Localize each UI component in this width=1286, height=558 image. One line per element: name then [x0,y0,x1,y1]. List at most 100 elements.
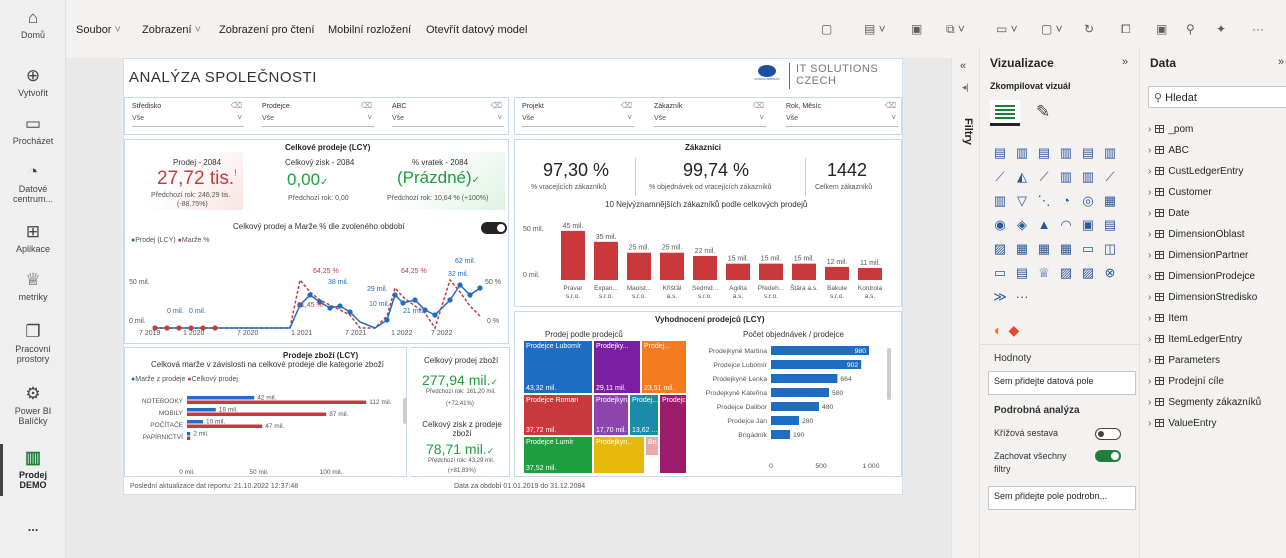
data-table-item[interactable]: › Date [1148,208,1189,219]
gauge-icon[interactable]: ◠ [1058,218,1074,232]
collapse-left-icon[interactable]: « [960,60,966,72]
treemap-cell[interactable]: Prodejce Roman 37,72 mil. [523,394,593,436]
data-table-item[interactable]: › ItemLedgerEntry [1148,334,1242,345]
copilot-icon[interactable]: ✦ [1216,22,1226,36]
waterfall-icon[interactable]: ⟋ [1102,170,1118,184]
data-table-item[interactable]: › CustLedgerEntry [1148,166,1243,177]
data-table-item[interactable]: › Item [1148,313,1188,324]
data-table-item[interactable]: › Customer [1148,187,1212,198]
slicer-stredisko[interactable]: Středisko ⌫ Vše ˅ [132,101,244,129]
qa-icon[interactable]: ♕ [1036,266,1052,280]
period-toggle[interactable] [481,222,507,234]
build-visual-tab[interactable] [990,100,1020,126]
100-bar-icon[interactable]: ▤ [1080,146,1096,160]
scrollbar[interactable] [887,348,891,400]
funnel-chart-icon[interactable]: ▽ [1014,194,1030,208]
clustered-bar-icon[interactable]: ▤ [1036,146,1052,160]
slicer-value[interactable]: Vše ˅ [654,113,766,127]
chevron-right-icon[interactable]: › [1148,292,1151,303]
menu-mobile-layout[interactable]: Mobilní rozložení [328,24,411,36]
slicer-value[interactable]: Vše ˅ [522,113,634,127]
area-chart-icon[interactable]: ◭ [1014,170,1030,184]
data-table-item[interactable]: › ABC [1148,145,1189,156]
treemap-cell[interactable]: Prodejkyn... 17,70 mil. [593,394,629,436]
table-icon[interactable]: ▦ [1036,242,1052,256]
data-table-item[interactable]: › Prodejní cíle [1148,376,1224,387]
expand-right-icon[interactable]: » [1278,56,1284,68]
scatter-icon[interactable]: ⋱ [1036,194,1052,208]
treemap-cell[interactable]: Prodejkyn... [593,436,645,474]
menu-file[interactable]: Soubor ˅ [76,24,121,36]
chevron-right-icon[interactable]: › [1148,271,1151,282]
menu-view[interactable]: Zobrazení ˅ [142,24,201,36]
nav-home[interactable]: ⌂ Domů [0,8,66,40]
python-visual-icon[interactable]: ◫ [1102,242,1118,256]
multi-row-card-icon[interactable]: ▤ [1102,218,1118,232]
slicer-value[interactable]: Vše ˅ [786,113,898,127]
nav-report[interactable]: ▥ Prodej DEMO [0,448,66,490]
power-apps-icon[interactable]: ⊗ [1102,266,1118,280]
pie-chart-icon[interactable]: ◔ [1058,194,1074,208]
stacked-area-icon[interactable]: ⟋ [1036,170,1052,184]
chevron-right-icon[interactable]: › [1148,334,1151,345]
data-table-item[interactable]: › _pom [1148,124,1193,135]
chevron-right-icon[interactable]: › [1148,376,1151,387]
duplicate-icon[interactable]: ⧠ [1121,22,1131,37]
data-table-item[interactable]: › ValueEntry [1148,418,1217,429]
data-table-item[interactable]: › Parameters [1148,355,1220,366]
data-search-input[interactable]: ⚲ Hledat [1148,86,1286,108]
filters-pane-collapsed[interactable]: « ◂| Filtry [951,58,979,558]
cross-report-toggle[interactable] [1095,428,1121,440]
menu-open-model[interactable]: Otevřít datový model [426,24,528,36]
keep-filters-toggle[interactable] [1095,450,1121,462]
line-chart-icon[interactable]: ⟋ [992,170,1008,184]
nav-create[interactable]: ⊕ Vytvořit [0,66,66,98]
button-icon[interactable]: ▢ ˅ [1041,22,1063,36]
nav-data-hub[interactable]: ◔ Datové centrum... [0,162,66,204]
treemap-cell[interactable]: Prodejky... 29,11 mil. [593,340,641,394]
kpi-icon[interactable]: ▨ [992,242,1008,256]
chevron-right-icon[interactable]: › [1148,187,1151,198]
slicer-icon[interactable]: ▦ [1014,242,1030,256]
funnel-icon[interactable]: ▥ [992,194,1008,208]
line-column-icon[interactable]: ▥ [1058,170,1074,184]
slicer-projekt[interactable]: Projekt ⌫ Vše ˅ [522,101,634,129]
visual-icon[interactable]: ▭ ˅ [996,22,1018,36]
slicer-value[interactable]: Vše ˅ [392,113,504,127]
refresh-icon[interactable]: ↻ [1084,22,1094,36]
donut-chart-icon[interactable]: ◎ [1080,194,1096,208]
slicer-prodejce[interactable]: Prodejce ⌫ Vše ˅ [262,101,374,129]
drill-drop-field[interactable]: Sem přidejte pole podrobn... [988,486,1136,510]
view-icon[interactable]: ▤ ˅ [864,22,886,36]
data-table-item[interactable]: › DimensionStredisko [1148,292,1257,303]
textbox-icon[interactable]: ▣ [911,22,922,36]
more-visuals-icon[interactable]: ··· [1014,290,1030,304]
treemap-cell[interactable]: Prodej... 23,51 mil. [641,340,687,394]
nav-workspaces[interactable]: ❐ Pracovní prostory [0,322,66,364]
chevron-right-icon[interactable]: › [1148,145,1151,156]
more-options[interactable]: ... [0,520,66,533]
chevron-right-icon[interactable]: › [1148,313,1151,324]
chevron-right-icon[interactable]: › [1148,124,1151,135]
clustered-column-icon[interactable]: ▥ [1058,146,1074,160]
stacked-bar-icon[interactable]: ▤ [992,146,1008,160]
smart-narrative-icon[interactable]: ▨ [1058,266,1074,280]
stacked-column-icon[interactable]: ▥ [1014,146,1030,160]
shapes-icon[interactable]: ⧉ ˅ [946,22,965,37]
slicer-value[interactable]: Vše ˅ [262,113,374,127]
slicer-abc[interactable]: ABC ⌫ Vše ˅ [392,101,504,129]
key-influencers-icon[interactable]: ▭ [992,266,1008,280]
treemap-cell[interactable]: Prodejce Lubomír 43,32 mil. [523,340,593,394]
custom-visual-icon[interactable]: ◆ [1008,322,1019,338]
data-table-item[interactable]: › DimensionOblast [1148,229,1245,240]
pin-icon[interactable]: ⚲ [1186,22,1195,36]
100-column-icon[interactable]: ▥ [1102,146,1118,160]
slicer-zakaznik[interactable]: Zákazník ⌫ Vše ˅ [654,101,766,129]
chevron-right-icon[interactable]: › [1148,355,1151,366]
treemap-cell[interactable]: Bri... [645,436,659,456]
matrix-icon[interactable]: ▦ [1058,242,1074,256]
slicer-rok-mesic[interactable]: Rok, Měsíc ⌫ Vše ˅ [786,101,898,129]
chevron-right-icon[interactable]: › [1148,166,1151,177]
nav-packages[interactable]: ⚙ Power BI Balíčky [0,384,66,426]
expand-right-icon[interactable]: » [1122,56,1128,68]
